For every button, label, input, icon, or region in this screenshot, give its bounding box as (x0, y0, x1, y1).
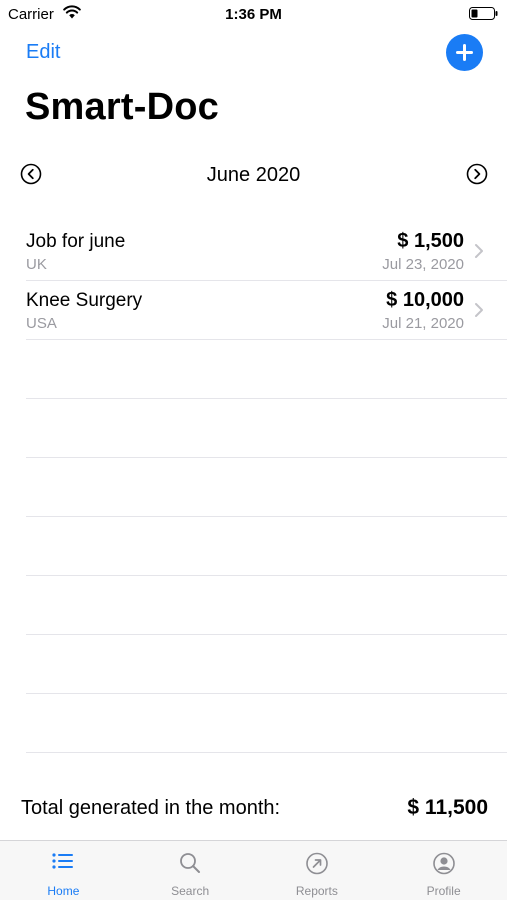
add-button[interactable] (446, 34, 483, 71)
tab-search[interactable]: Search (127, 841, 254, 900)
entry-subtitle: USA (26, 315, 57, 332)
clock: 1:36 PM (225, 6, 282, 23)
list-icon (52, 853, 74, 869)
search-icon (180, 853, 201, 873)
tab-label: Home (47, 884, 80, 898)
empty-row-separator (26, 399, 507, 458)
tab-label: Profile (426, 884, 461, 898)
total-value: $ 11,500 (407, 796, 488, 819)
empty-row-separator (26, 340, 507, 399)
profile-icon (432, 852, 455, 875)
entry-amount: $ 1,500 (397, 230, 464, 252)
battery-icon (469, 7, 498, 20)
list-item[interactable]: Job for june UK $ 1,500 Jul 23, 2020 (26, 222, 507, 281)
tab-reports[interactable]: Reports (254, 841, 381, 900)
month-selector: June 2020 (0, 160, 507, 190)
list-item[interactable]: Knee Surgery USA $ 10,000 Jul 21, 2020 (26, 281, 507, 340)
chevron-right-icon (475, 244, 483, 258)
empty-row-separator (26, 517, 507, 576)
entry-date: Jul 21, 2020 (382, 315, 464, 332)
tab-label: Reports (295, 884, 338, 898)
tab-label: Search (171, 884, 210, 898)
empty-row-separator (26, 635, 507, 694)
entry-date: Jul 23, 2020 (382, 256, 464, 273)
tab-home[interactable]: Home (0, 841, 127, 900)
tab-profile[interactable]: Profile (380, 841, 507, 900)
total-label: Total generated in the month: (21, 797, 281, 819)
entries-list: Job for june UK $ 1,500 Jul 23, 2020 Kne… (26, 222, 507, 753)
reports-icon (306, 852, 328, 875)
entry-amount: $ 10,000 (386, 289, 464, 311)
next-month-icon[interactable] (466, 163, 488, 185)
month-label: June 2020 (206, 164, 301, 186)
empty-row-separator (26, 576, 507, 635)
empty-row-separator (26, 458, 507, 517)
entry-title: Job for june (26, 231, 126, 252)
tab-bar: Home Search Reports Profile (0, 840, 507, 900)
status-bar: Carrier 1:36 PM (0, 0, 507, 28)
empty-row-separator (26, 694, 507, 753)
edit-button[interactable]: Edit (26, 41, 60, 64)
page-title: Smart-Doc (25, 86, 219, 128)
chevron-right-icon (475, 303, 483, 317)
entry-subtitle: UK (26, 256, 47, 273)
entry-title: Knee Surgery (26, 290, 143, 311)
